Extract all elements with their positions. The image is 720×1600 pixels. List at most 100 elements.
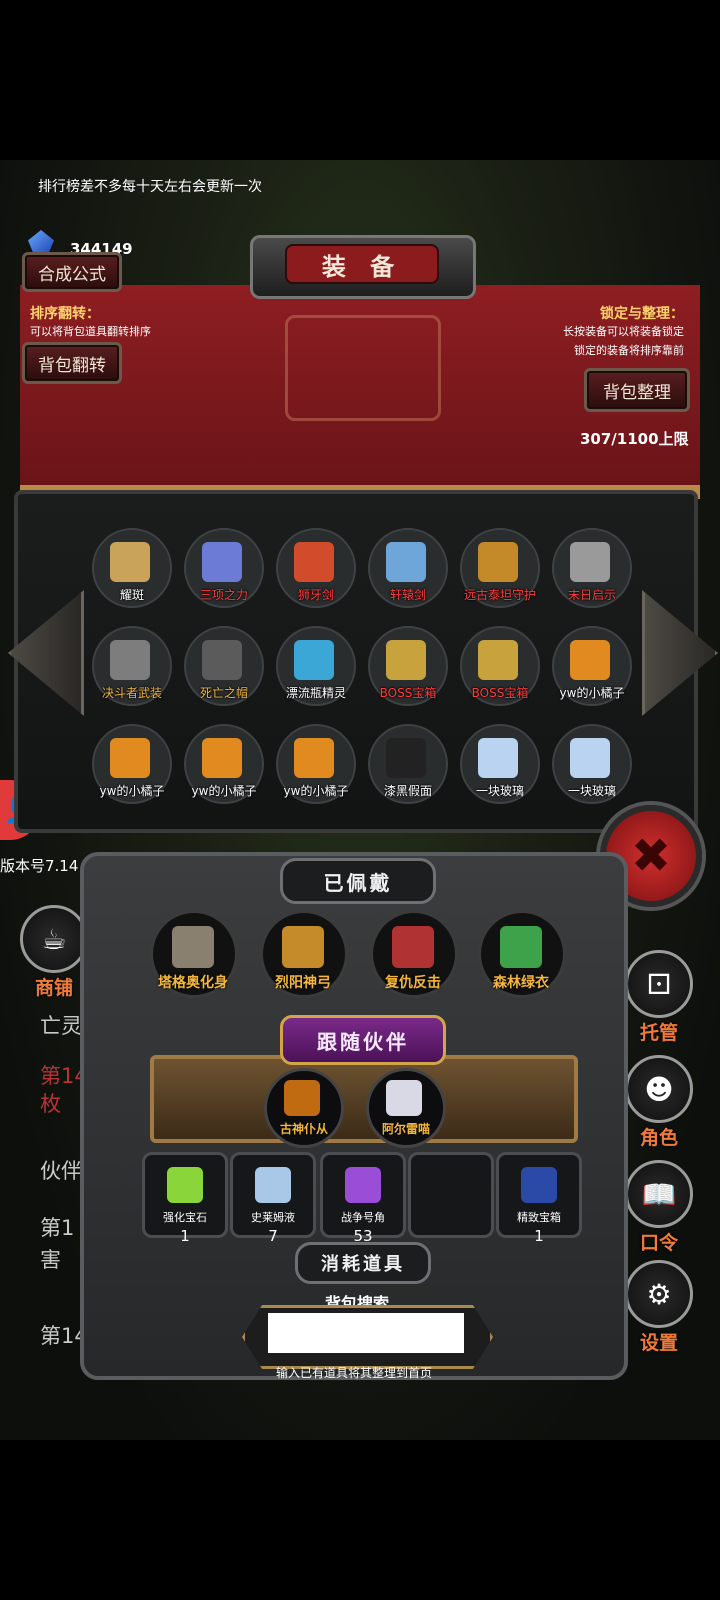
side-command[interactable]: 📖 口令: [625, 1160, 693, 1255]
companion-label: 古神仆从: [279, 1122, 328, 1136]
bg-log-line: 害: [40, 1248, 61, 1272]
bg-log-line: 枚: [40, 1092, 61, 1116]
triple-weapon-icon: [202, 542, 242, 582]
consumable-label: 精致宝箱: [517, 1211, 561, 1224]
knight-icon: [110, 640, 150, 680]
flip-bag-button[interactable]: 背包翻转: [22, 342, 122, 384]
inventory-item[interactable]: 远古泰坦守护: [460, 528, 540, 608]
inventory-item[interactable]: 漆黑假面: [368, 724, 448, 804]
consumable-qty: 1: [180, 1227, 190, 1245]
inventory-item[interactable]: 死亡之帽: [184, 626, 264, 706]
side-role[interactable]: ☻ 角色: [625, 1055, 693, 1150]
companion-item[interactable]: 阿尔雷喵: [366, 1068, 446, 1148]
item-label: 一块玻璃: [567, 784, 616, 798]
item-label: 决斗者武装: [101, 686, 162, 700]
equipped-label: 塔格奥化身: [158, 975, 228, 991]
companion-label: 阿尔雷喵: [381, 1122, 430, 1136]
synthesis-button[interactable]: 合成公式: [22, 252, 122, 292]
side-manage[interactable]: ⚀ 托管: [625, 950, 693, 1045]
item-label: 三项之力: [199, 588, 248, 602]
consumable-slot[interactable]: 史莱姆液 7: [230, 1152, 316, 1245]
consumable-slot[interactable]: 精致宝箱 1: [496, 1152, 582, 1245]
inventory-item[interactable]: 一块玻璃: [460, 724, 540, 804]
chest-icon: [386, 640, 426, 680]
close-icon: ✖: [630, 828, 672, 884]
equipped-item[interactable]: 塔格奥化身: [150, 910, 238, 998]
item-label: yw的小橘子: [191, 784, 257, 798]
item-label: 死亡之帽: [199, 686, 248, 700]
avatar-icon: [172, 926, 214, 968]
inventory-item[interactable]: yw的小橘子: [276, 724, 356, 804]
orange-icon: [110, 738, 150, 778]
consumable-slot[interactable]: 强化宝石 1: [142, 1152, 228, 1245]
sword-icon: [110, 542, 150, 582]
item-label: 一块玻璃: [475, 784, 524, 798]
inventory-item[interactable]: BOSS宝箱: [368, 626, 448, 706]
inventory-item[interactable]: yw的小橘子: [184, 724, 264, 804]
equipped-item[interactable]: 复仇反击: [370, 910, 458, 998]
inventory-item[interactable]: 决斗者武装: [92, 626, 172, 706]
inventory-item[interactable]: 末日启示: [552, 528, 632, 608]
orange-icon: [570, 640, 610, 680]
sword-icon: [386, 542, 426, 582]
armor-icon: [392, 926, 434, 968]
consumable-qty: 7: [268, 1227, 278, 1245]
consumable-qty: 1: [534, 1227, 544, 1245]
hood-icon: ☻: [625, 1055, 693, 1123]
role-label: 角色: [639, 1127, 678, 1149]
item-label: yw的小橘子: [559, 686, 625, 700]
item-label: 漂流瓶精灵: [285, 686, 346, 700]
sort-hint-title: 排序翻转：: [30, 306, 100, 322]
bg-log-line: 第1: [40, 1216, 75, 1240]
inventory-item[interactable]: 狮牙剑: [276, 528, 356, 608]
hat-icon: [202, 640, 242, 680]
item-label: 远古泰坦守护: [463, 588, 536, 602]
mask-icon: [386, 738, 426, 778]
flame-sword-icon: [294, 542, 334, 582]
settings-label: 设置: [639, 1332, 678, 1354]
chest-icon: [478, 640, 518, 680]
book-icon: 📖: [625, 1160, 693, 1228]
consumable-slot[interactable]: 战争号角 53: [320, 1152, 406, 1245]
item-label: 轩辕剑: [389, 588, 426, 602]
side-settings[interactable]: ⚙ 设置: [625, 1260, 693, 1355]
orange-icon: [294, 738, 334, 778]
item-label: BOSS宝箱: [379, 686, 437, 700]
side-shop[interactable]: ☕ 商铺: [20, 905, 88, 1000]
consumable-slot[interactable]: [408, 1152, 494, 1238]
gear-icon: ⚙: [625, 1260, 693, 1328]
companions-title: 跟随伙伴: [280, 1015, 446, 1065]
command-label: 口令: [639, 1232, 678, 1254]
inventory-item[interactable]: BOSS宝箱: [460, 626, 540, 706]
companion-item[interactable]: 古神仆从: [264, 1068, 344, 1148]
spirit-icon: [294, 640, 334, 680]
lock-hint-title: 锁定与整理：: [600, 306, 684, 322]
equipped-item[interactable]: 烈阳神弓: [260, 910, 348, 998]
horn-icon: [345, 1167, 381, 1203]
inventory-item[interactable]: 漂流瓶精灵: [276, 626, 356, 706]
titan-armor-icon: [478, 542, 518, 582]
inventory-item[interactable]: yw的小橘子: [552, 626, 632, 706]
gem-icon: [167, 1167, 203, 1203]
inventory-item[interactable]: yw的小橘子: [92, 724, 172, 804]
shop-label: 商铺: [34, 977, 73, 999]
inventory-item[interactable]: 耀斑: [92, 528, 172, 608]
cat-angel-icon: [386, 1080, 422, 1116]
bag-search-input[interactable]: [268, 1313, 464, 1353]
bg-log-line: 亡灵: [40, 1014, 82, 1038]
crossed-swords-emblem-icon: [285, 315, 441, 421]
equipped-label: 复仇反击: [385, 975, 441, 991]
organize-bag-button[interactable]: 背包整理: [584, 368, 690, 412]
item-label: yw的小橘子: [99, 784, 165, 798]
inventory-item[interactable]: 一块玻璃: [552, 724, 632, 804]
chest-icon: [521, 1167, 557, 1203]
bag-capacity: 307/1100上限: [580, 430, 689, 448]
item-label: 耀斑: [119, 588, 144, 602]
item-label: yw的小橘子: [283, 784, 349, 798]
consumable-label: 强化宝石: [163, 1211, 207, 1224]
inventory-item[interactable]: 三项之力: [184, 528, 264, 608]
equipped-item[interactable]: 森林绿衣: [478, 910, 566, 998]
page-title: 装 备: [285, 244, 439, 284]
ranking-note: 排行榜差不多每十天左右会更新一次: [38, 179, 262, 195]
inventory-item[interactable]: 轩辕剑: [368, 528, 448, 608]
